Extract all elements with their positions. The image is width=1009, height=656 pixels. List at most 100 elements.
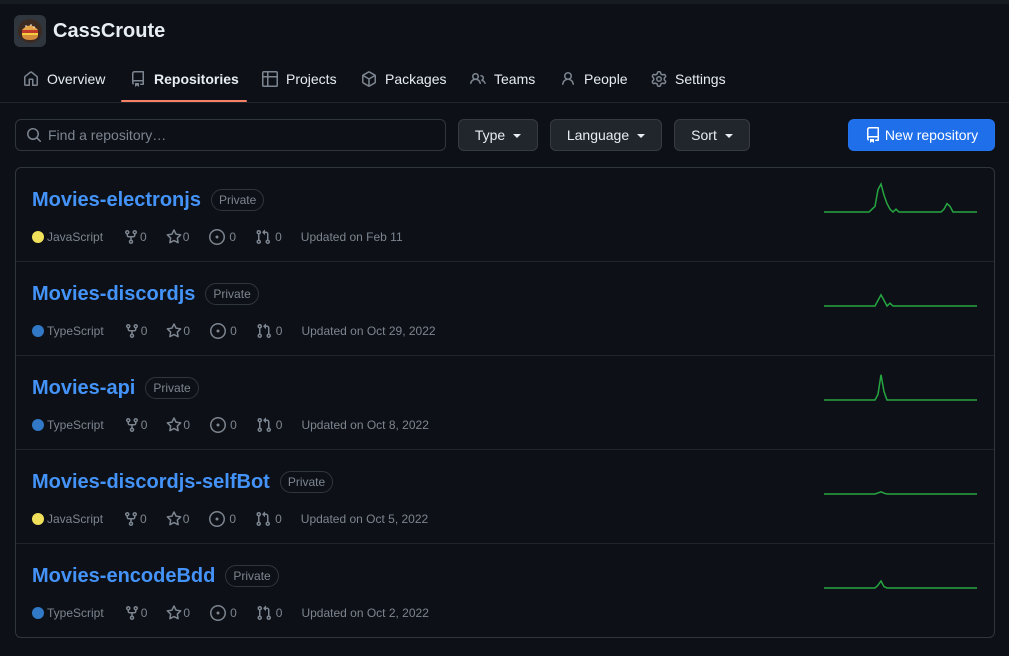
stars-link[interactable]: 0	[166, 323, 190, 339]
forks-count: 0	[140, 230, 147, 244]
pulls-link[interactable]: 0	[255, 511, 282, 527]
caret-down-icon	[513, 134, 522, 138]
org-avatar[interactable]	[14, 15, 46, 47]
star-icon	[166, 229, 182, 244]
sparkline-path	[824, 490, 977, 495]
updated-date: Updated on Oct 5, 2022	[300, 512, 429, 526]
visibility-badge: Private	[279, 471, 334, 493]
repo-meta: TypeScript 0 0 0 0 Updated on Oct 2, 202…	[32, 604, 429, 622]
issues-link[interactable]: 0	[210, 323, 237, 339]
stars-link[interactable]: 0	[166, 229, 189, 245]
forks-link[interactable]: 0	[124, 605, 147, 621]
new-repository-button[interactable]: New repository	[848, 119, 995, 151]
repo-name-link[interactable]: Movies-encodeBdd	[32, 565, 215, 588]
tab-label: Repositories	[154, 71, 239, 87]
repo-meta: TypeScript 0 0 0 0 Updated on Oct 8, 202…	[32, 416, 429, 434]
language-name: JavaScript	[47, 512, 104, 526]
activity-sparkline	[824, 374, 977, 401]
pull-request-icon	[257, 605, 271, 621]
tab-settings[interactable]: Settings	[651, 56, 726, 102]
tab-projects[interactable]: Projects	[262, 56, 337, 102]
repo-name-link[interactable]: Movies-discordjs	[32, 283, 195, 306]
star-icon	[166, 605, 182, 620]
repository-list: Movies-electronjs Private JavaScript 0 0…	[15, 167, 995, 638]
pull-request-icon	[256, 511, 271, 527]
stars-link[interactable]: 0	[166, 605, 190, 621]
issues-count: 0	[229, 512, 237, 526]
pull-request-icon	[257, 417, 271, 433]
repo-name-link[interactable]: Movies-api	[32, 377, 135, 400]
pulls-count: 0	[275, 230, 282, 244]
stars-count: 0	[182, 512, 190, 526]
activity-sparkline	[824, 579, 977, 589]
repo-row: Movies-encodeBdd Private TypeScript 0 0 …	[16, 544, 994, 638]
sort-label: Sort	[691, 127, 717, 143]
fork-icon	[125, 230, 138, 245]
issues-link[interactable]: 0	[209, 229, 236, 245]
search-icon	[27, 128, 42, 143]
updated-date: Updated on Oct 8, 2022	[301, 418, 429, 432]
activity-sparkline	[824, 182, 977, 214]
tab-packages[interactable]: Packages	[361, 56, 446, 102]
language-name: TypeScript	[47, 606, 104, 620]
type-filter-label: Type	[474, 127, 506, 143]
issues-count: 0	[230, 606, 237, 620]
issue-icon	[210, 323, 227, 339]
pulls-link[interactable]: 0	[256, 323, 282, 339]
repo-meta: JavaScript 0 0 0 0 Updated on Oct 5, 202…	[32, 510, 428, 528]
type-filter-button[interactable]: Type	[458, 119, 538, 151]
repo-name-link[interactable]: Movies-electronjs	[32, 189, 201, 212]
language-name: JavaScript	[47, 230, 104, 244]
issue-icon	[209, 229, 226, 245]
pull-request-icon	[257, 323, 271, 339]
home-icon	[24, 71, 38, 86]
language-info: TypeScript	[32, 418, 104, 432]
repo-icon	[132, 71, 144, 87]
tab-people[interactable]: People	[560, 56, 628, 102]
forks-link[interactable]: 0	[123, 511, 147, 527]
language-filter-button[interactable]: Language	[550, 119, 662, 151]
language-info: TypeScript	[32, 606, 104, 620]
pulls-link[interactable]: 0	[256, 605, 283, 621]
gear-icon	[651, 71, 667, 87]
issues-count: 0	[230, 324, 237, 338]
org-name[interactable]: CassCroute	[53, 20, 165, 43]
stars-count: 0	[183, 418, 191, 432]
issues-link[interactable]: 0	[209, 511, 236, 527]
forks-link[interactable]: 0	[124, 323, 147, 339]
repo-name-link[interactable]: Movies-discordjs-selfBot	[32, 471, 270, 494]
fork-icon	[125, 606, 138, 621]
search-input[interactable]	[48, 127, 438, 143]
issue-icon	[210, 605, 227, 621]
search-field[interactable]	[15, 119, 446, 151]
pulls-count: 0	[275, 606, 283, 620]
fork-icon	[125, 324, 138, 339]
issue-icon	[210, 417, 227, 433]
updated-date: Updated on Oct 29, 2022	[301, 324, 436, 338]
issues-count: 0	[230, 418, 237, 432]
forks-link[interactable]: 0	[124, 417, 147, 433]
stars-link[interactable]: 0	[166, 511, 190, 527]
forks-link[interactable]: 0	[123, 229, 147, 245]
repo-row: Movies-discordjs-selfBot Private JavaScr…	[16, 450, 994, 544]
tab-teams[interactable]: Teams	[470, 56, 535, 102]
pulls-link[interactable]: 0	[256, 417, 282, 433]
tab-label: Overview	[47, 71, 106, 87]
repo-meta: TypeScript 0 0 0 0 Updated on Oct 29, 20…	[32, 322, 436, 340]
stars-link[interactable]: 0	[166, 417, 190, 433]
language-info: JavaScript	[32, 512, 103, 526]
issues-link[interactable]: 0	[210, 417, 237, 433]
fork-icon	[125, 418, 138, 433]
repo-icon	[866, 127, 879, 143]
repo-row: Movies-discordjs Private TypeScript 0 0 …	[16, 262, 994, 356]
tab-label: Projects	[286, 71, 337, 87]
sort-button[interactable]: Sort	[674, 119, 750, 151]
visibility-badge: Private	[210, 189, 265, 211]
pulls-link[interactable]: 0	[255, 229, 282, 245]
tab-overview[interactable]: Overview	[23, 56, 105, 102]
tab-label: People	[584, 71, 628, 87]
issues-link[interactable]: 0	[210, 605, 237, 621]
tab-repositories[interactable]: Repositories	[130, 56, 239, 102]
stars-count: 0	[183, 606, 191, 620]
language-color-dot	[32, 607, 44, 619]
